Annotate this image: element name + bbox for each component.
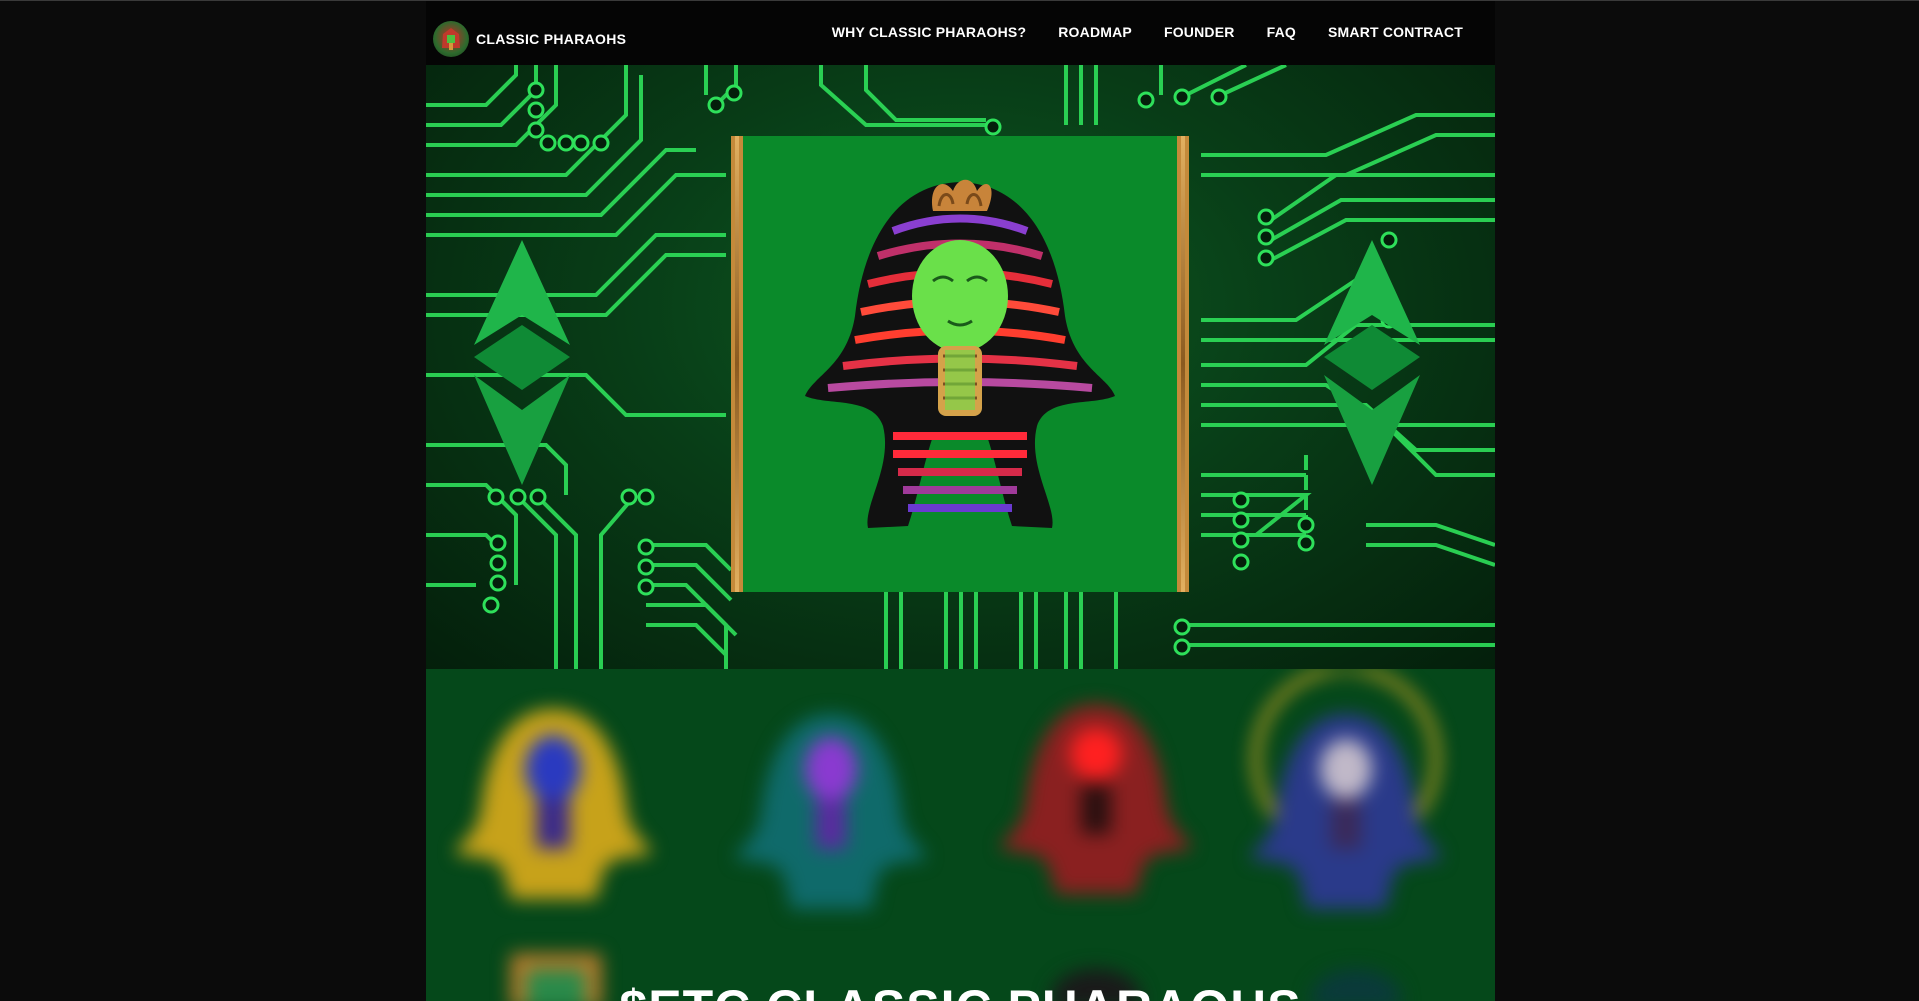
brand-logo[interactable]: CLASSIC PHARAOHS <box>433 21 626 57</box>
etc-logo-icon-right <box>1324 240 1420 485</box>
blurred-nft-gallery <box>426 669 1495 1001</box>
collection-section: $ETC CLASSIC PHARAOHS <box>426 669 1495 1001</box>
nav-roadmap[interactable]: ROADMAP <box>1058 24 1132 40</box>
brand-name: CLASSIC PHARAOHS <box>476 31 627 47</box>
nav-faq[interactable]: FAQ <box>1267 24 1296 40</box>
nft-preview-blue <box>1251 669 1441 909</box>
collection-headline: $ETC CLASSIC PHARAOHS <box>426 979 1495 1001</box>
nav-why-classic-pharaohs[interactable]: WHY CLASSIC PHARAOHS? <box>832 24 1027 40</box>
pharaoh-logo-icon <box>433 21 469 57</box>
featured-nft-frame <box>731 136 1189 592</box>
site-header: CLASSIC PHARAOHS WHY CLASSIC PHARAOHS? R… <box>426 1 1495 65</box>
nft-preview-red <box>1001 704 1191 894</box>
nav-founder[interactable]: FOUNDER <box>1164 24 1235 40</box>
nft-preview-gold <box>456 709 651 899</box>
nft-preview-teal <box>736 714 926 909</box>
hero-banner <box>426 65 1495 669</box>
page-container: CLASSIC PHARAOHS WHY CLASSIC PHARAOHS? R… <box>426 1 1495 1001</box>
pharaoh-art <box>805 179 1115 528</box>
nav-smart-contract[interactable]: SMART CONTRACT <box>1328 24 1463 40</box>
main-nav: WHY CLASSIC PHARAOHS? ROADMAP FOUNDER FA… <box>832 24 1463 40</box>
etc-logo-icon-left <box>474 240 570 485</box>
